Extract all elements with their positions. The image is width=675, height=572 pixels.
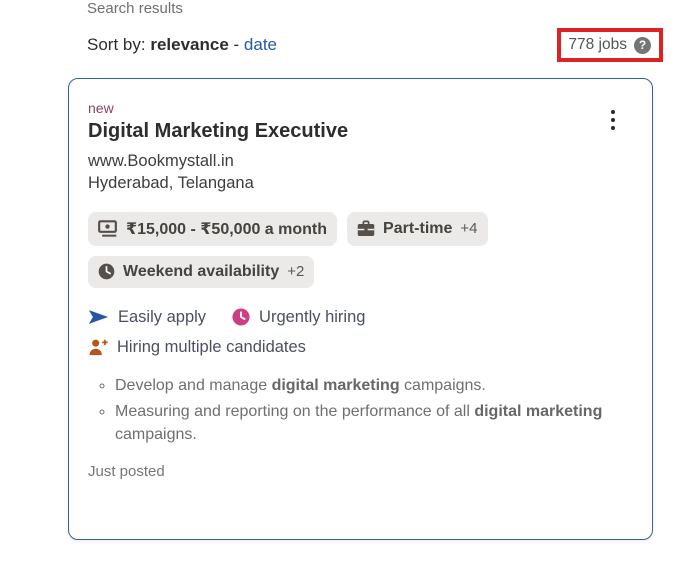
sort-row: Sort by: relevance - date 778 jobs ? — [87, 28, 663, 62]
jobs-count-annotation-box: 778 jobs ? — [557, 28, 663, 62]
job-card-heading: new Digital Marketing Executive www.Book… — [88, 100, 348, 195]
salary-icon — [98, 220, 118, 237]
posted-date: Just posted — [88, 463, 165, 481]
job-type-badge-label: Part-time — [383, 219, 453, 237]
bullet-item: Measuring and reporting on the performan… — [115, 400, 633, 446]
bullet-item: Develop and manage digital marketing cam… — [115, 374, 633, 397]
job-badges: ₹15,000 - ₹50,000 a month Part-time +4 W… — [88, 211, 633, 288]
job-attributes: Easily apply Urgently hiring Hiring mult… — [88, 308, 633, 357]
clock-icon — [98, 263, 115, 280]
job-type-badge: Part-time +4 — [347, 211, 488, 246]
briefcase-icon — [357, 220, 375, 237]
urgently-hiring-label: Urgently hiring — [259, 307, 366, 326]
jobs-count: 778 jobs — [568, 36, 627, 53]
job-location: Hyderabad, Telangana — [88, 174, 254, 193]
person-plus-icon — [88, 338, 108, 356]
urgent-clock-icon — [232, 308, 250, 326]
hiring-multiple-label: Hiring multiple candidates — [117, 337, 306, 356]
job-title-link[interactable]: Digital Marketing Executive — [88, 120, 348, 143]
send-icon — [88, 308, 109, 326]
shift-badge: Weekend availability +2 — [88, 255, 315, 288]
easily-apply-label: Easily apply — [118, 307, 207, 326]
job-type-badge-extra: +4 — [460, 220, 478, 238]
urgently-hiring: Urgently hiring — [232, 308, 365, 327]
new-badge: new — [88, 100, 114, 116]
job-card[interactable]: new Digital Marketing Executive www.Book… — [68, 78, 653, 540]
kebab-menu-icon[interactable] — [609, 108, 617, 132]
shift-badge-extra: +2 — [287, 263, 305, 281]
shift-badge-label: Weekend availability — [123, 262, 280, 280]
search-results-label: Search results — [87, 0, 183, 17]
easily-apply: Easily apply — [88, 308, 206, 327]
salary-badge: ₹15,000 - ₹50,000 a month — [88, 211, 338, 246]
sort-separator: - — [233, 35, 240, 54]
hiring-multiple: Hiring multiple candidates — [88, 338, 306, 357]
company-name: www.Bookmystall.in — [88, 152, 234, 170]
sort-by: Sort by: relevance - date — [87, 35, 277, 55]
job-card-header: new Digital Marketing Executive www.Book… — [88, 100, 633, 195]
salary-badge-label: ₹15,000 - ₹50,000 a month — [126, 220, 328, 238]
job-description-bullets: Develop and manage digital marketing cam… — [88, 374, 633, 447]
sort-relevance-link[interactable]: relevance — [150, 35, 228, 54]
help-icon[interactable]: ? — [634, 36, 651, 54]
sort-by-label: Sort by: — [87, 35, 146, 54]
sort-date-link[interactable]: date — [244, 35, 277, 54]
